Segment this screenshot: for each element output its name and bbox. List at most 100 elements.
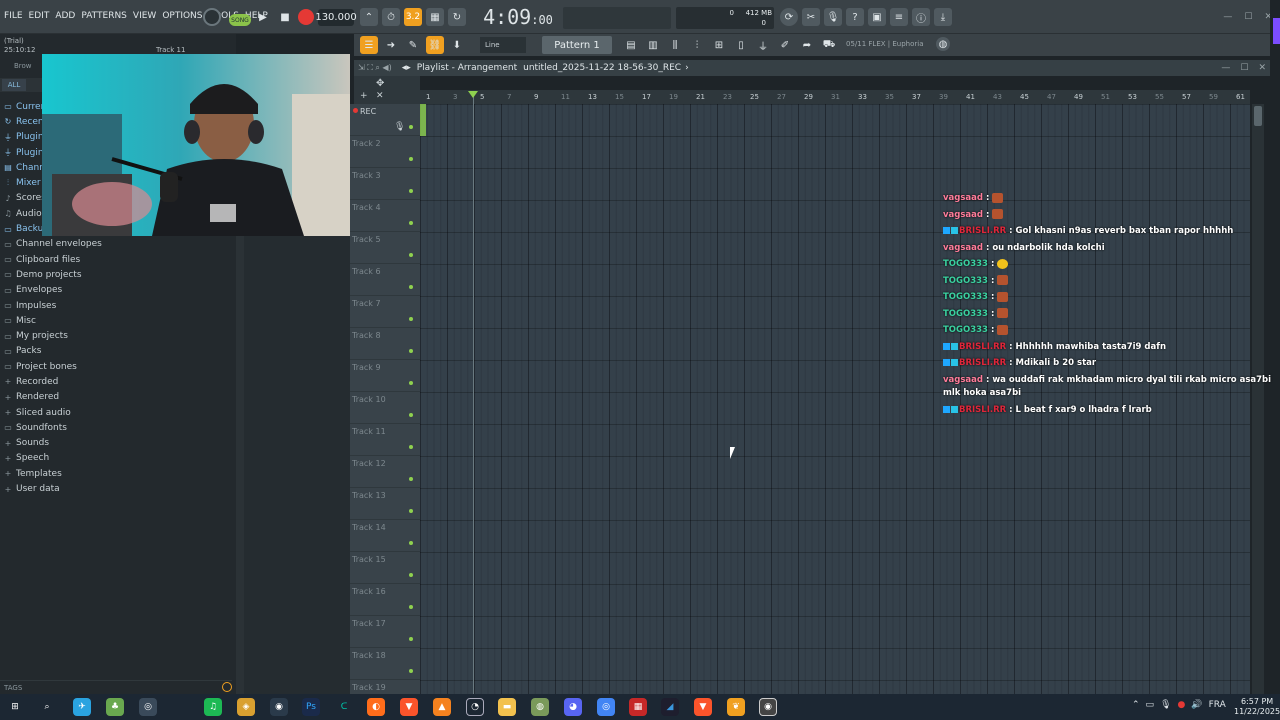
app-icon-4[interactable]: ◍ [531,698,549,716]
track-enable-led[interactable] [409,445,413,449]
snap-select[interactable]: Line [480,37,526,53]
panel-splitter[interactable] [236,236,244,694]
playlist-toggle-icon[interactable]: ☰ [360,36,378,54]
browser-item[interactable]: + Speech [4,451,234,466]
search-taskbar-icon[interactable]: ⌕ [38,698,56,716]
browser-item[interactable]: + User data [4,481,234,496]
track-header[interactable]: Track 12 [350,456,420,488]
brave-icon[interactable]: ▼ [400,698,418,716]
browser-item[interactable]: ▭ Packs [4,344,234,359]
menu-file[interactable]: FILE [4,11,23,21]
paint-icon[interactable]: ✐ [776,36,794,54]
blend-notes-icon[interactable]: ▦ [426,8,444,26]
tree-icon[interactable]: ⊞ [710,36,728,54]
mixer-icon[interactable]: ≡ [890,8,908,26]
pattern-select[interactable]: Pattern 1 [542,36,612,54]
fl-studio-icon[interactable]: ❦ [727,698,745,716]
browser-item[interactable]: + Templates [4,466,234,481]
track-header[interactable]: Track 5 [350,232,420,264]
microphone-icon[interactable]: 🎙 [824,8,842,26]
browser-item[interactable]: ▭ Channel envelopes [4,237,234,252]
track-enable-led[interactable] [409,157,413,161]
move-icon[interactable]: ✥ [376,78,384,89]
download-icon[interactable]: ⤓ [934,8,952,26]
obs-icon[interactable]: ◉ [270,698,288,716]
browser-item[interactable]: ▭ Clipboard files [4,252,234,267]
app-icon-3[interactable]: ▲ [433,698,451,716]
discord-icon[interactable]: ◕ [564,698,582,716]
playlist-minimize-icon[interactable]: — [1221,63,1230,73]
tray-record-icon[interactable]: ● [1178,700,1186,710]
hint-knob-icon[interactable] [203,8,221,26]
metronome-icon[interactable]: ⌃ [360,8,378,26]
browser-item[interactable]: + Recorded [4,374,234,389]
cart-icon[interactable]: ⛟ [820,36,838,54]
search-icon[interactable] [222,682,232,692]
file-icon[interactable]: ▯ [732,36,750,54]
track-mic-icon[interactable]: 🎙 [394,122,405,132]
chrome-icon[interactable]: ◎ [597,698,615,716]
track-enable-led[interactable] [409,637,413,641]
track-enable-led[interactable] [409,221,413,225]
browser-all-tab[interactable]: ALL [2,79,26,91]
record-button[interactable] [298,9,314,25]
track-enable-led[interactable] [409,189,413,193]
track-header[interactable]: Track 18 [350,648,420,680]
track-header[interactable]: Track 14 [350,520,420,552]
playlist-close-icon[interactable]: ✕ [1258,63,1266,73]
piano-roll-icon[interactable]: ▤ [622,36,640,54]
arrow-left-icon[interactable]: ◂▸ [402,63,411,73]
playhead-marker-icon[interactable] [468,91,478,98]
channel-rack-icon[interactable]: ▥ [644,36,662,54]
share-icon[interactable]: ➦ [798,36,816,54]
app-icon-2[interactable]: ᑕ [335,698,353,716]
rec-clip[interactable] [420,104,426,136]
mixer-view-icon[interactable]: ⫼ [666,36,684,54]
clock-app-icon[interactable]: ◔ [466,698,484,716]
track-enable-led[interactable] [409,285,413,289]
browser-item[interactable]: + Sounds [4,436,234,451]
track-enable-led[interactable] [409,349,413,353]
play-button[interactable]: ▶ [254,8,272,26]
help-icon[interactable]: ? [846,8,864,26]
track-enable-led[interactable] [409,573,413,577]
obs-2-icon[interactable]: ◉ [759,698,777,716]
messenger-icon[interactable]: ◎ [139,698,157,716]
firefox-icon[interactable]: ◐ [367,698,385,716]
add-track-icon[interactable]: + [360,91,368,101]
browser-item[interactable]: ▭ Demo projects [4,267,234,282]
track-header[interactable]: Track 7 [350,296,420,328]
menu-patterns[interactable]: PATTERNS [81,11,127,21]
track-header[interactable]: Track 10 [350,392,420,424]
track-header[interactable]: Track 6 [350,264,420,296]
track-header[interactable]: Track 8 [350,328,420,360]
tray-mic-icon[interactable]: 🎙 [1160,700,1171,710]
track-header[interactable]: Track 15 [350,552,420,584]
brush-icon[interactable]: ✎ [404,36,422,54]
tray-volume-icon[interactable]: 🔊 [1191,700,1202,710]
maximize-icon[interactable]: ☐ [1244,12,1252,22]
tray-chevron-icon[interactable]: ⌃ [1132,700,1140,710]
loop-record-icon[interactable]: ↻ [448,8,466,26]
menu-view[interactable]: VIEW [133,11,156,21]
file-explorer-icon[interactable]: ▬ [498,698,516,716]
globe-icon[interactable]: ◍ [936,37,950,51]
track-header[interactable]: Track 13 [350,488,420,520]
timeline-ruler[interactable]: 1 3 5 7 9 11 13 15 17 19 21 23 25 27 29 31 33 35 37 39 41 43 4… [420,90,1250,104]
playlist-view-icons[interactable]: ⇲ ⛶ ⌕ ◀) [358,63,392,73]
track-enable-led[interactable] [409,413,413,417]
save-icon[interactable]: ▣ [868,8,886,26]
track-enable-led[interactable] [409,669,413,673]
track-enable-led[interactable] [409,381,413,385]
menu-edit[interactable]: EDIT [29,11,50,21]
photoshop-icon[interactable]: Ps [302,698,320,716]
song-mode-toggle[interactable]: SONG [229,14,251,26]
track-header[interactable]: Track 17 [350,616,420,648]
stop-button[interactable]: ■ [276,8,294,26]
browser-item[interactable]: ▭ Project bones [4,359,234,374]
track-enable-led[interactable] [409,541,413,545]
browser-item[interactable]: ▭ Misc [4,313,234,328]
layers-icon[interactable]: ◈ [237,698,255,716]
tray-language[interactable]: FRA [1209,700,1226,710]
song-time-display[interactable]: 4:09:00 [478,4,558,30]
